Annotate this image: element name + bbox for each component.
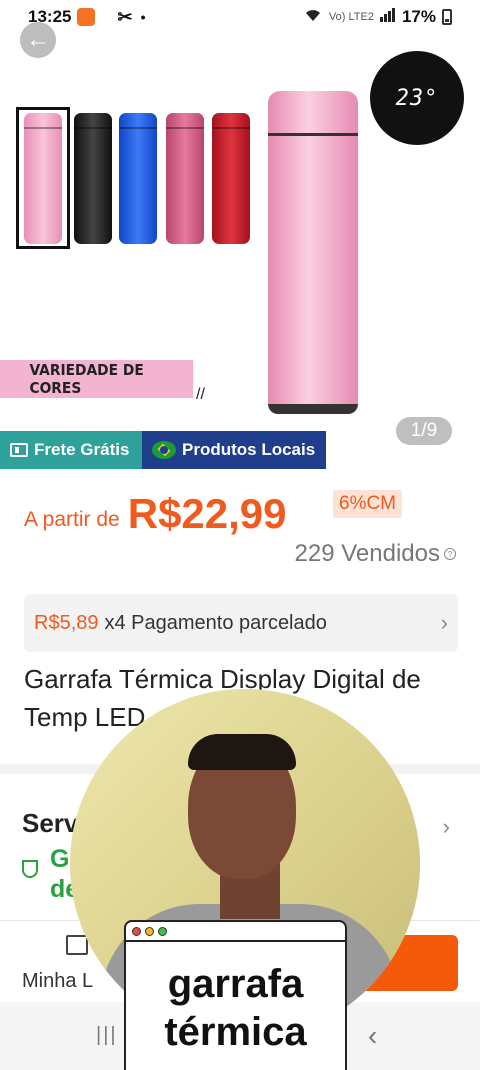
price-value: R$22,99 — [127, 490, 287, 537]
discount-tag: 6%CM — [333, 490, 403, 518]
price-prefix: A partir de — [24, 508, 120, 531]
wifi-icon — [303, 7, 323, 28]
price-row: A partir de R$22,99 — [24, 490, 287, 538]
bottle-black-thumb — [74, 113, 112, 244]
caption-text: garrafa térmica — [126, 960, 345, 1056]
variety-banner: VARIEDADE DE CORES — [0, 360, 194, 398]
scissors-icon: ✂ — [117, 6, 133, 27]
status-right: Vo) LTE2 17% — [303, 7, 452, 28]
minimize-dot-icon — [145, 926, 154, 936]
network-label: Vo) LTE2 — [328, 11, 374, 23]
status-bar: 13:25 ✂ • Vo) LTE2 17% — [0, 0, 480, 34]
bottle-red-thumb — [212, 113, 250, 244]
installment-text: x4 Pagamento parcelado — [104, 611, 327, 634]
battery-percent: 17% — [401, 7, 436, 26]
shipping-icon — [10, 443, 28, 457]
installment-row[interactable]: R$5,89 x4 Pagamento parcelado › — [24, 594, 458, 652]
notification-dot-icon: • — [140, 9, 146, 25]
signal-icon — [379, 7, 396, 27]
temperature-value: 23° — [395, 85, 439, 111]
back-button[interactable]: ← — [20, 22, 56, 58]
temperature-display: 23° — [370, 51, 464, 145]
brazil-flag-icon — [152, 441, 176, 459]
bottle-pink-thumb — [24, 113, 62, 244]
app-notification-icon — [77, 8, 96, 26]
caption-line1: garrafa — [167, 962, 304, 1006]
sold-count-label: 229 Vendidos — [294, 540, 440, 567]
chevron-right-icon: › — [442, 814, 450, 839]
chevron-right-icon: › — [440, 610, 448, 635]
caption-titlebar — [126, 922, 345, 942]
product-gallery[interactable]: ← 23° VARIEDADE DE CORES // 1/9 — [0, 0, 480, 445]
close-dot-icon — [132, 926, 141, 936]
installment-amount: R$5,89 — [34, 611, 99, 634]
caption-window: garrafa térmica — [124, 920, 347, 1070]
shield-icon — [22, 860, 38, 878]
local-products-badge: Produtos Locais — [142, 431, 326, 469]
caption-line2: térmica — [164, 1010, 307, 1054]
maximize-dot-icon — [158, 926, 167, 936]
badge-row: Frete Grátis Produtos Locais — [0, 431, 326, 469]
main-bottle-image — [268, 91, 358, 414]
sold-count: 229 Vendidos ? — [295, 540, 456, 568]
info-icon[interactable]: ? — [444, 548, 456, 560]
presenter-hair — [188, 734, 296, 770]
free-shipping-label: Frete Grátis — [34, 440, 130, 459]
local-products-label: Produtos Locais — [182, 440, 316, 459]
slash-mark: // — [196, 386, 205, 403]
bottle-blue-thumb — [119, 113, 157, 244]
image-counter: 1/9 — [396, 417, 452, 445]
free-shipping-badge: Frete Grátis — [0, 431, 142, 469]
battery-icon — [442, 9, 452, 25]
bottle-rose-thumb — [166, 113, 204, 244]
